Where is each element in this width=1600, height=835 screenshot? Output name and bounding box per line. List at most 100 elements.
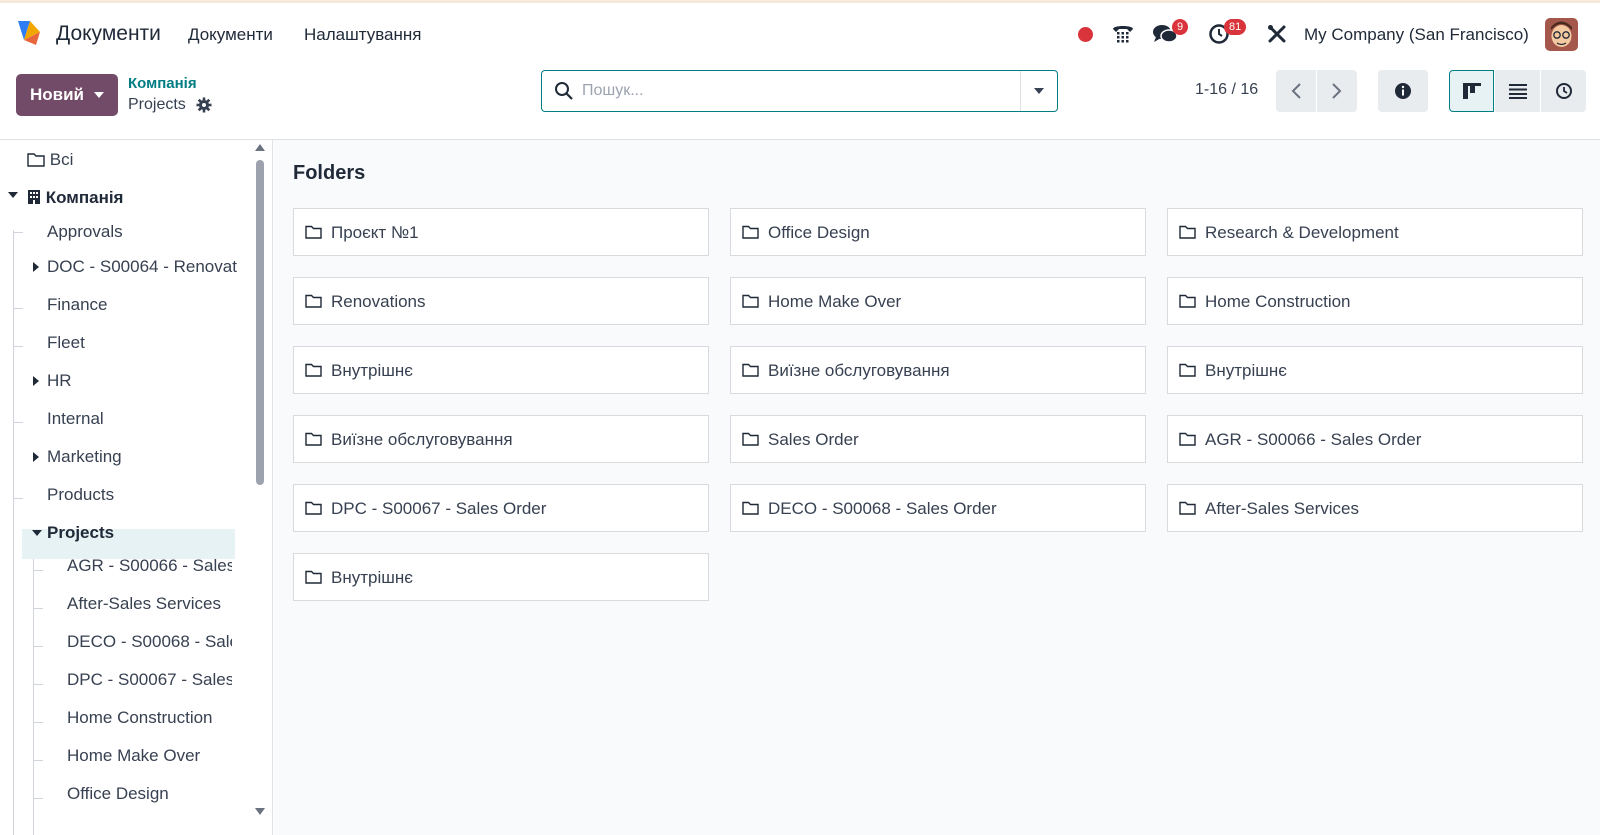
folder-name: Home Construction <box>1205 292 1351 311</box>
tree-item-marketing[interactable]: Marketing <box>47 444 122 470</box>
chevron-left-icon <box>1291 83 1301 99</box>
folder-name: Внутрішнє <box>1205 361 1287 380</box>
folder-card[interactable]: Renovations <box>293 277 709 325</box>
folder-card[interactable]: Виїзне обслуговування <box>730 346 1146 394</box>
user-avatar[interactable] <box>1545 18 1578 51</box>
info-button[interactable] <box>1378 70 1428 112</box>
gear-icon[interactable] <box>196 97 212 113</box>
menu-documents[interactable]: Документи <box>188 25 273 45</box>
search-box <box>541 70 1058 112</box>
documents-app-logo[interactable] <box>14 18 44 48</box>
sidebar-scrollbar[interactable] <box>253 140 267 835</box>
folder-card[interactable]: Office Design <box>730 208 1146 256</box>
search-options-toggle[interactable] <box>1020 71 1057 111</box>
tree-item-finance[interactable]: Finance <box>47 292 107 318</box>
folder-card[interactable]: Research & Development <box>1167 208 1583 256</box>
tree-branch-line <box>13 232 23 233</box>
folder-icon <box>1179 363 1196 377</box>
tree-item-deco-s00068[interactable]: DECO - S00068 - Sale <box>67 629 232 655</box>
folder-card[interactable]: DECO - S00068 - Sales Order <box>730 484 1146 532</box>
tree-branch-line <box>33 608 43 609</box>
folder-name: DPC - S00067 - Sales Order <box>331 499 547 518</box>
record-dot-icon[interactable] <box>1072 21 1098 47</box>
tree-item-fleet[interactable]: Fleet <box>47 330 85 356</box>
folder-icon <box>305 363 322 377</box>
folder-icon <box>305 225 322 239</box>
folder-name: Виїзне обслуговування <box>768 361 950 380</box>
tree-item-approvals[interactable]: Approvals <box>47 219 123 245</box>
folder-icon <box>305 570 322 584</box>
tree-item-doc-s00064[interactable]: DOC - S00064 - Renovat <box>47 254 237 280</box>
caret-right-icon[interactable] <box>33 376 39 386</box>
caret-down-icon <box>1034 88 1044 94</box>
tree-item-company[interactable]: Компанія <box>27 185 123 211</box>
folder-card[interactable]: Home Make Over <box>730 277 1146 325</box>
scroll-down-arrow-icon[interactable] <box>255 808 265 815</box>
tree-item-home-make-over[interactable]: Home Make Over <box>67 743 200 769</box>
breadcrumb-parent[interactable]: Компанія <box>128 75 197 92</box>
folder-card[interactable]: After-Sales Services <box>1167 484 1583 532</box>
kanban-icon <box>1462 83 1481 99</box>
tree-branch-line <box>33 684 43 685</box>
scroll-thumb[interactable] <box>256 160 264 485</box>
caret-down-icon <box>94 92 104 98</box>
section-title: Folders <box>293 162 366 184</box>
tree-item-home-construction[interactable]: Home Construction <box>67 705 213 731</box>
folder-card[interactable]: Home Construction <box>1167 277 1583 325</box>
tree-item-products[interactable]: Products <box>47 482 114 508</box>
pager-previous-button[interactable] <box>1276 70 1316 112</box>
folder-card[interactable]: Проєкт №1 <box>293 208 709 256</box>
pager-next-button[interactable] <box>1317 70 1357 112</box>
tree-branch-line <box>13 346 23 347</box>
folder-card[interactable]: AGR - S00066 - Sales Order <box>1167 415 1583 463</box>
folder-icon <box>1179 432 1196 446</box>
folder-name: After-Sales Services <box>1205 499 1359 518</box>
tree-item-agr-s00066[interactable]: AGR - S00066 - Sales <box>67 553 232 579</box>
caret-right-icon[interactable] <box>33 452 39 462</box>
folder-icon <box>1179 294 1196 308</box>
tools-icon[interactable] <box>1264 21 1290 47</box>
caret-down-icon[interactable] <box>32 530 42 536</box>
list-icon <box>1508 84 1527 99</box>
tree-item-hr[interactable]: HR <box>47 368 72 394</box>
top-navbar: Документи Документи Налаштування 9 81 My… <box>0 0 1600 64</box>
control-panel: Новий Компанія Projects 1-16 / 16 <box>0 64 1600 140</box>
folder-card[interactable]: Внутрішнє <box>1167 346 1583 394</box>
folder-icon <box>742 432 759 446</box>
tree-item-projects[interactable]: Projects <box>47 520 114 546</box>
company-switcher[interactable]: My Company (San Francisco) <box>1304 25 1529 45</box>
folder-icon <box>742 225 759 239</box>
folder-card[interactable]: Виїзне обслуговування <box>293 415 709 463</box>
folder-icon <box>305 432 322 446</box>
chevron-right-icon <box>1332 83 1342 99</box>
folder-name: Внутрішнє <box>331 361 413 380</box>
app-name[interactable]: Документи <box>56 22 161 46</box>
caret-down-icon[interactable] <box>8 192 18 198</box>
caret-right-icon[interactable] <box>33 262 39 272</box>
scroll-up-arrow-icon[interactable] <box>255 144 265 151</box>
activity-badge: 81 <box>1224 19 1247 35</box>
folder-card[interactable]: Внутрішнє <box>293 553 709 601</box>
folder-card[interactable]: Sales Order <box>730 415 1146 463</box>
menu-settings[interactable]: Налаштування <box>304 25 422 45</box>
folder-card[interactable]: Внутрішнє <box>293 346 709 394</box>
tree-item-internal[interactable]: Internal <box>47 406 104 432</box>
activity-view-button[interactable] <box>1541 70 1586 112</box>
pager-value[interactable]: 1-16 / 16 <box>1195 81 1258 99</box>
tree-item-dpc-s00067[interactable]: DPC - S00067 - Sales <box>67 667 232 693</box>
main-content: Folders Проєкт №1 Office Design Research &… <box>274 140 1600 835</box>
tree-branch-line <box>33 570 43 571</box>
tree-item-label: Компанія <box>45 188 124 207</box>
new-button[interactable]: Новий <box>16 74 118 116</box>
tree-item-all[interactable]: Всі <box>27 147 73 173</box>
folder-card[interactable]: DPC - S00067 - Sales Order <box>293 484 709 532</box>
kanban-view-button[interactable] <box>1449 70 1494 112</box>
phone-icon[interactable] <box>1110 21 1136 47</box>
search-input[interactable] <box>582 77 1002 105</box>
list-view-button[interactable] <box>1495 70 1540 112</box>
folder-icon <box>742 501 759 515</box>
tree-item-office-design[interactable]: Office Design <box>67 781 169 807</box>
breadcrumb-current: Projects <box>128 96 186 113</box>
folder-icon <box>27 153 45 167</box>
tree-item-after-sales[interactable]: After-Sales Services <box>67 591 221 617</box>
